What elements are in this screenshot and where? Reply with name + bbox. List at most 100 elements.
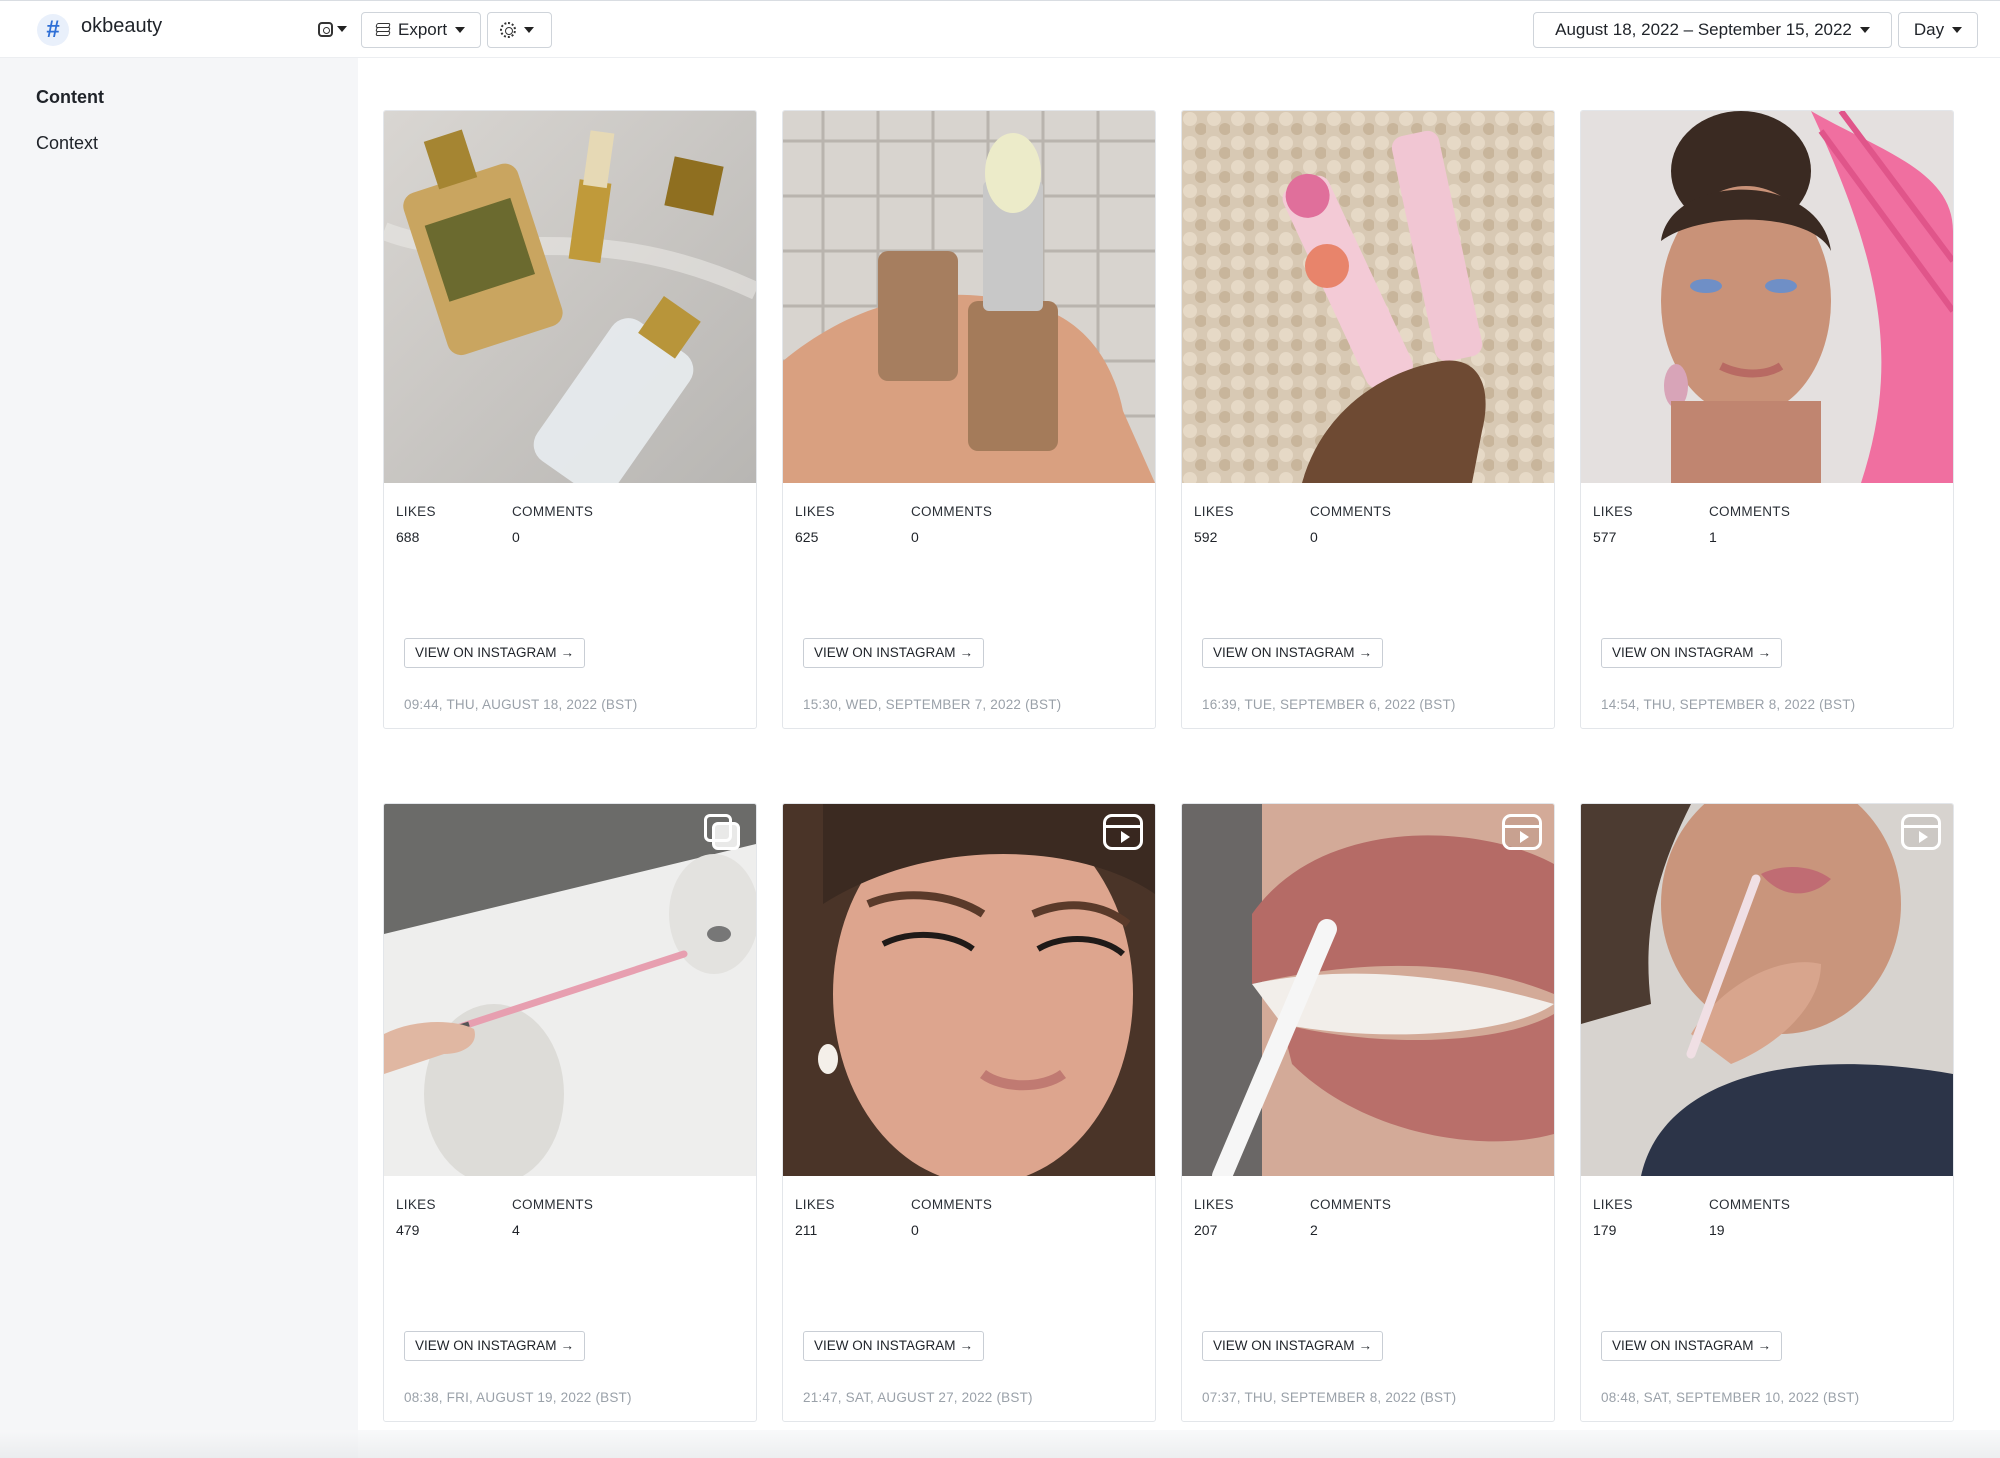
comments-header: COMMENTS [1310, 1197, 1392, 1212]
brand-name: okbeauty [81, 15, 163, 37]
comments-header: COMMENTS [1310, 504, 1392, 519]
post-card: LIKES COMMENTS 211 0 VIEW ON INSTAGRAM → … [782, 803, 1156, 1422]
carousel-icon [704, 814, 746, 852]
comments-count: 4 [512, 1222, 520, 1238]
reel-icon [1103, 814, 1145, 852]
view-on-instagram-button[interactable]: VIEW ON INSTAGRAM → [1601, 638, 1783, 668]
main-content: LIKES COMMENTS 688 0 VIEW ON INSTAGRAM → … [358, 58, 2000, 1458]
post-card: LIKES COMMENTS 625 0 VIEW ON INSTAGRAM → … [782, 110, 1156, 729]
post-card: LIKES COMMENTS 592 0 VIEW ON INSTAGRAM → … [1181, 110, 1555, 729]
comments-header: COMMENTS [1709, 504, 1791, 519]
gear-icon [500, 22, 516, 38]
chevron-down-icon [455, 27, 466, 33]
arrow-right-icon: → [959, 645, 974, 660]
layers-icon [375, 23, 391, 37]
view-label: VIEW ON INSTAGRAM [415, 645, 557, 660]
sidebar: Content Context [0, 58, 358, 1458]
arrow-right-icon: → [1757, 1338, 1772, 1353]
view-on-instagram-button[interactable]: VIEW ON INSTAGRAM → [1202, 638, 1384, 668]
post-image[interactable] [783, 804, 1155, 1176]
view-on-instagram-button[interactable]: VIEW ON INSTAGRAM → [404, 1331, 586, 1361]
network-selector[interactable] [318, 17, 347, 41]
hashtag-icon: # [37, 14, 69, 46]
chevron-down-icon [337, 26, 347, 32]
likes-header: LIKES [1593, 1197, 1633, 1212]
post-timestamp: 15:30, WED, SEPTEMBER 7, 2022 (BST) [803, 697, 1062, 712]
comments-header: COMMENTS [512, 1197, 594, 1212]
comments-count: 0 [911, 1222, 919, 1238]
likes-header: LIKES [396, 504, 436, 519]
view-label: VIEW ON INSTAGRAM [1612, 645, 1754, 660]
date-range-label: August 18, 2022 – September 15, 2022 [1555, 20, 1852, 39]
arrow-right-icon: → [959, 1338, 974, 1353]
post-image[interactable] [384, 111, 756, 483]
reel-icon [1901, 814, 1943, 852]
arrow-right-icon: → [1757, 645, 1772, 660]
arrow-right-icon: → [560, 1338, 575, 1353]
comments-count: 0 [1310, 529, 1318, 545]
comments-count: 19 [1709, 1222, 1725, 1238]
view-label: VIEW ON INSTAGRAM [1213, 645, 1355, 660]
likes-count: 211 [795, 1222, 818, 1238]
post-card: LIKES COMMENTS 479 4 VIEW ON INSTAGRAM → … [383, 803, 757, 1422]
comments-header: COMMENTS [911, 1197, 993, 1212]
comments-count: 0 [512, 529, 520, 545]
post-timestamp: 21:47, SAT, AUGUST 27, 2022 (BST) [803, 1390, 1033, 1405]
view-label: VIEW ON INSTAGRAM [1213, 1338, 1355, 1353]
post-grid: LIKES COMMENTS 688 0 VIEW ON INSTAGRAM → … [383, 110, 1954, 1422]
likes-count: 179 [1593, 1222, 1617, 1238]
export-label: Export [398, 20, 448, 39]
view-on-instagram-button[interactable]: VIEW ON INSTAGRAM → [404, 638, 586, 668]
view-label: VIEW ON INSTAGRAM [814, 1338, 956, 1353]
comments-header: COMMENTS [1709, 1197, 1791, 1212]
post-timestamp: 07:37, THU, SEPTEMBER 8, 2022 (BST) [1202, 1390, 1457, 1405]
chevron-down-icon [524, 27, 534, 33]
view-label: VIEW ON INSTAGRAM [814, 645, 956, 660]
post-card: LIKES COMMENTS 207 2 VIEW ON INSTAGRAM → … [1181, 803, 1555, 1422]
chevron-down-icon [1952, 27, 1963, 33]
post-image[interactable] [1581, 804, 1953, 1176]
post-image[interactable] [384, 804, 756, 1176]
likes-count: 479 [396, 1222, 420, 1238]
likes-header: LIKES [795, 504, 835, 519]
post-image[interactable] [1182, 111, 1554, 483]
post-image[interactable] [783, 111, 1155, 483]
likes-count: 592 [1194, 529, 1218, 545]
top-bar: # okbeauty Export August 18, 2022 – Sept… [0, 0, 2000, 58]
view-on-instagram-button[interactable]: VIEW ON INSTAGRAM → [803, 1331, 985, 1361]
post-timestamp: 08:38, FRI, AUGUST 19, 2022 (BST) [404, 1390, 632, 1405]
granularity-select[interactable]: Day [1898, 12, 1978, 48]
sidebar-item-content[interactable]: Content [36, 87, 104, 108]
view-on-instagram-button[interactable]: VIEW ON INSTAGRAM → [803, 638, 985, 668]
likes-header: LIKES [1194, 504, 1234, 519]
likes-header: LIKES [795, 1197, 835, 1212]
comments-header: COMMENTS [911, 504, 993, 519]
settings-button[interactable] [487, 12, 552, 48]
post-image[interactable] [1182, 804, 1554, 1176]
comments-count: 2 [1310, 1222, 1318, 1238]
sidebar-item-context[interactable]: Context [36, 133, 98, 154]
view-on-instagram-button[interactable]: VIEW ON INSTAGRAM → [1202, 1331, 1384, 1361]
likes-count: 577 [1593, 529, 1617, 545]
arrow-right-icon: → [1358, 645, 1373, 660]
date-range-picker[interactable]: August 18, 2022 – September 15, 2022 [1533, 12, 1892, 48]
likes-count: 625 [795, 529, 819, 545]
likes-header: LIKES [1194, 1197, 1234, 1212]
chevron-down-icon [1859, 27, 1870, 33]
comments-count: 0 [911, 529, 919, 545]
post-timestamp: 16:39, TUE, SEPTEMBER 6, 2022 (BST) [1202, 697, 1456, 712]
post-timestamp: 14:54, THU, SEPTEMBER 8, 2022 (BST) [1601, 697, 1856, 712]
comments-header: COMMENTS [512, 504, 594, 519]
view-on-instagram-button[interactable]: VIEW ON INSTAGRAM → [1601, 1331, 1783, 1361]
granularity-label: Day [1913, 20, 1945, 39]
arrow-right-icon: → [560, 645, 575, 660]
post-timestamp: 09:44, THU, AUGUST 18, 2022 (BST) [404, 697, 638, 712]
view-label: VIEW ON INSTAGRAM [1612, 1338, 1754, 1353]
arrow-right-icon: → [1358, 1338, 1373, 1353]
likes-header: LIKES [1593, 504, 1633, 519]
bottom-shadow [0, 1430, 2000, 1458]
export-button[interactable]: Export [361, 12, 481, 48]
instagram-icon [318, 21, 333, 37]
post-image[interactable] [1581, 111, 1953, 483]
likes-header: LIKES [396, 1197, 436, 1212]
